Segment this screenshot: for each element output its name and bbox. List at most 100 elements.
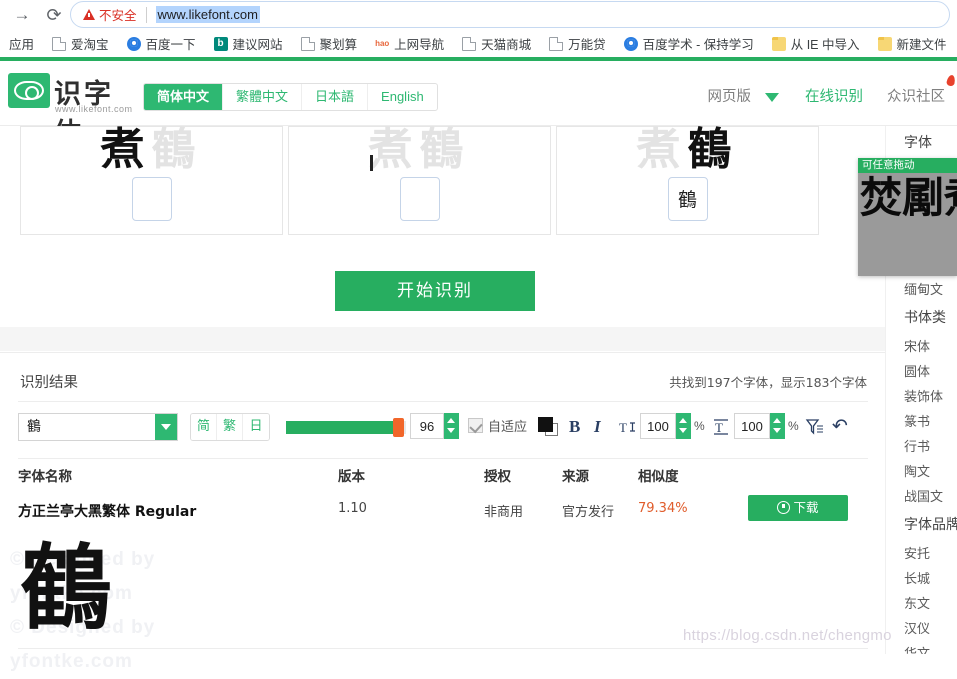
character-select[interactable]: 鶴 (18, 413, 178, 441)
download-button[interactable]: 下载 (748, 495, 848, 521)
horizontal-scale-stepper[interactable] (676, 413, 691, 439)
bookmark-item[interactable]: 应用 (0, 32, 43, 56)
sidebar-item-安托[interactable]: 安托 (886, 540, 957, 565)
lang-tab-日本語[interactable]: 日本語 (302, 84, 368, 110)
likefont-logo[interactable]: 识字体 www.likefont.com (8, 72, 133, 116)
bookmark-item[interactable]: 新建文件 (869, 32, 956, 56)
address-bar[interactable]: 不安全 www.likefont.com (70, 1, 950, 28)
character-input-slot[interactable] (400, 177, 440, 221)
character-preview-box[interactable]: 煮鶴 (288, 126, 551, 235)
forward-arrow-icon[interactable]: → (10, 3, 34, 27)
bookmark-label: 新建文件 (897, 34, 947, 53)
sidebar-item-行书[interactable]: 行书 (886, 433, 957, 458)
script-button-japanese[interactable]: 日 (243, 414, 269, 440)
sidebar-item-装饰体[interactable]: 装饰体 (886, 383, 957, 408)
chevron-down-icon[interactable] (765, 93, 779, 102)
reload-icon[interactable]: ⟳ (42, 3, 66, 27)
checkbox-checked-icon[interactable] (468, 418, 483, 433)
bookmark-bar: 应用爱淘宝百度一下 b 建议网站 聚划算 hao上网导航 天猫商城万能贷百度学术 - 保持… (0, 30, 957, 57)
header-nav-众识社区[interactable]: 众识社区 (875, 83, 957, 111)
autofit-checkbox[interactable]: 自适应 (468, 416, 527, 435)
preview-character: 煮 (101, 124, 152, 175)
lang-tab-繁體中文[interactable]: 繁體中文 (223, 84, 302, 110)
drag-panel-title[interactable]: 可任意拖动 (858, 158, 957, 173)
svg-text:T: T (715, 420, 723, 435)
download-label: 下载 (793, 500, 818, 515)
bookmark-item[interactable]: 万能贷 (540, 32, 615, 56)
bing-icon: b (214, 37, 228, 51)
sidebar-item-东文[interactable]: 东文 (886, 590, 957, 615)
warning-triangle-icon (83, 9, 95, 20)
omnibox-row: → ⟳ 不安全 www.likefont.com (0, 0, 957, 30)
logo-eye-shape (14, 81, 44, 100)
bookmark-label: 应用 (9, 34, 34, 53)
undo-icon[interactable]: ↶ (832, 415, 854, 439)
column-header-version: 版本 (338, 465, 365, 485)
draggable-preview-panel[interactable]: 可任意拖动 焚㔉煮鶴 (858, 158, 957, 276)
character-preview-box[interactable]: 煮鶴 (20, 126, 283, 235)
preview-characters: 煮鶴 (289, 119, 550, 181)
page-icon (462, 37, 476, 51)
table-row-font-name[interactable]: 方正兰亭大黑繁体 Regular (18, 501, 196, 521)
folder-icon (772, 37, 786, 51)
font-size-stepper[interactable] (444, 413, 459, 439)
sidebar-item-宋体[interactable]: 宋体 (886, 333, 957, 358)
sidebar-item-缅甸文[interactable]: 缅甸文 (886, 276, 957, 301)
baidu-icon (127, 37, 141, 51)
color-picker[interactable] (538, 417, 560, 437)
sidebar-item-战国文[interactable]: 战国文 (886, 483, 957, 508)
sidebar-item-陶文[interactable]: 陶文 (886, 458, 957, 483)
slider-handle[interactable] (393, 418, 404, 437)
not-secure-badge[interactable]: 不安全 (83, 5, 137, 24)
script-button-simplified[interactable]: 简 (191, 414, 217, 440)
character-input-slot[interactable] (132, 177, 172, 221)
italic-button[interactable]: I (594, 415, 601, 439)
svg-text:T: T (619, 420, 627, 435)
bookmark-item[interactable]: 天猫商城 (453, 32, 540, 56)
bookmark-item[interactable]: 百度学术 - 保持学习 (615, 32, 763, 56)
url-text[interactable]: www.likefont.com (156, 6, 260, 23)
lang-tab-简体中文[interactable]: 简体中文 (144, 84, 223, 110)
section-divider-strip (0, 327, 885, 351)
bookmark-item[interactable]: 从 IE 中导入 (763, 32, 869, 56)
font-size-slider[interactable] (286, 421, 406, 434)
bookmark-label: 建议网站 (233, 34, 283, 53)
horizontal-scale-input[interactable]: 100 (640, 413, 676, 439)
sidebar-heading: 字体品牌 (886, 508, 957, 540)
header-nav-在线识别[interactable]: 在线识别 (793, 83, 875, 111)
bookmark-label: 天猫商城 (481, 34, 531, 53)
sidebar-item-圆体[interactable]: 圆体 (886, 358, 957, 383)
character-input-slot[interactable]: 鶴 (668, 177, 708, 221)
bookmark-item[interactable]: b 建议网站 (205, 32, 292, 56)
character-preview-box[interactable]: 煮鶴鶴 (556, 126, 819, 235)
sidebar-item-篆书[interactable]: 篆书 (886, 408, 957, 433)
preview-character: 鶴 (688, 124, 739, 175)
preview-character: 鶴 (420, 124, 471, 175)
sidebar-item-汉仪[interactable]: 汉仪 (886, 615, 957, 640)
sidebar-item-华文[interactable]: 华文 (886, 640, 957, 654)
vertical-scale-input[interactable]: 100 (734, 413, 770, 439)
bookmark-item[interactable]: hao上网导航 (366, 32, 453, 56)
vertical-scale-stepper[interactable] (770, 413, 785, 439)
horizontal-scale-icon[interactable]: T (617, 417, 637, 437)
bookmark-item[interactable]: 聚划算 (292, 32, 367, 56)
sidebar-item-长城[interactable]: 长城 (886, 565, 957, 590)
chevron-down-icon[interactable] (155, 414, 177, 440)
table-header-divider (18, 458, 868, 459)
bookmark-item[interactable]: 百度一下 (118, 32, 205, 56)
results-count: 共找到197个字体，显示183个字体 (669, 372, 867, 391)
recognize-button[interactable]: 开始识别 (335, 271, 535, 311)
text-caret (370, 155, 373, 171)
filter-icon[interactable] (805, 417, 825, 437)
header-nav-网页版[interactable]: 网页版 (696, 83, 764, 111)
browser-chrome: → ⟳ 不安全 www.likefont.com 应用爱淘宝百度一下 b 建议网站 聚… (0, 0, 957, 57)
bookmark-item[interactable]: 爱淘宝 (43, 32, 118, 56)
script-button-traditional[interactable]: 繁 (217, 414, 243, 440)
column-header-similarity: 相似度 (638, 465, 679, 485)
lang-tab-English[interactable]: English (368, 84, 437, 110)
bold-button[interactable]: B (569, 415, 580, 439)
table-row-divider (18, 648, 868, 649)
font-size-input[interactable]: 96 (410, 413, 444, 439)
vertical-scale-icon[interactable]: T (711, 417, 731, 437)
bookmark-label: 聚划算 (320, 34, 358, 53)
